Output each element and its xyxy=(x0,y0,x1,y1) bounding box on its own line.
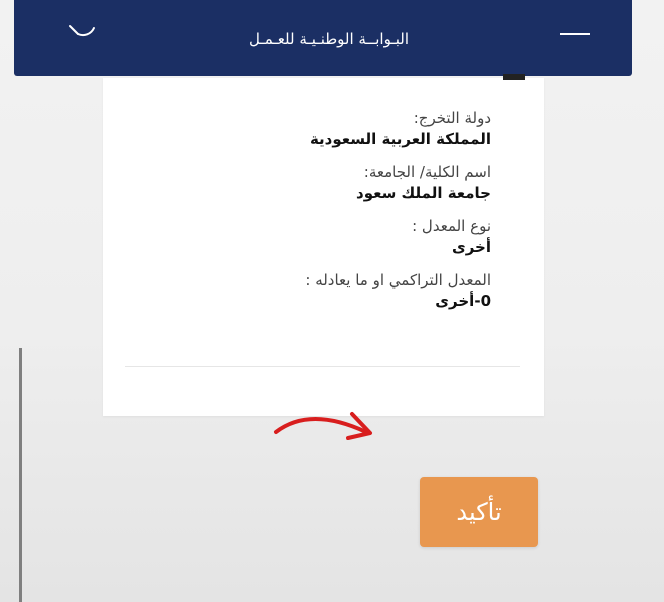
menu-icon[interactable] xyxy=(560,33,590,35)
app-screen: البـوابــة الوطنـيـة للعـمـل دولة التخرج… xyxy=(0,0,664,602)
site-title: البـوابــة الوطنـيـة للعـمـل xyxy=(248,30,410,48)
education-details-card: دولة التخرج: المملكة العربية السعودية اس… xyxy=(103,74,544,416)
detail-value: 0-أخرى xyxy=(435,292,491,310)
arrow-annotation xyxy=(274,412,372,440)
detail-college-university: اسم الكلية/ الجامعة: جامعة الملك سعود xyxy=(161,162,491,204)
detail-label: المعدل التراكمي او ما يعادله : xyxy=(305,271,491,289)
detail-gpa-type: نوع المعدل : أخرى xyxy=(161,216,491,258)
detail-cumulative-gpa: المعدل التراكمي او ما يعادله : 0-أخرى xyxy=(161,270,491,312)
scrollbar[interactable] xyxy=(19,348,22,602)
top-bar: البـوابــة الوطنـيـة للعـمـل xyxy=(14,0,632,76)
detail-graduation-country: دولة التخرج: المملكة العربية السعودية xyxy=(161,108,491,150)
detail-label: نوع المعدل : xyxy=(412,217,491,235)
confirm-button[interactable]: تأكيد xyxy=(420,477,538,547)
card-corner-fragment xyxy=(503,74,525,80)
details-list: دولة التخرج: المملكة العربية السعودية اس… xyxy=(161,108,491,324)
search-icon[interactable] xyxy=(60,8,100,38)
detail-label: اسم الكلية/ الجامعة: xyxy=(363,163,491,181)
detail-value: جامعة الملك سعود xyxy=(356,184,491,202)
card-divider xyxy=(125,366,520,367)
detail-value: المملكة العربية السعودية xyxy=(309,130,491,148)
detail-label: دولة التخرج: xyxy=(413,109,491,127)
detail-value: أخرى xyxy=(451,238,491,256)
